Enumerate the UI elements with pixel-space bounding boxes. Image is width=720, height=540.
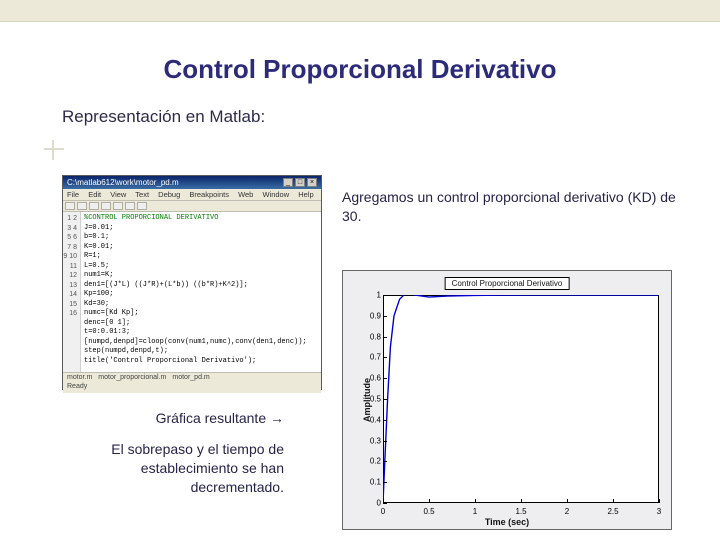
menu-item[interactable]: Text xyxy=(135,190,149,199)
y-tick: 0.4 xyxy=(363,415,381,424)
toolbar-icon[interactable] xyxy=(113,202,123,210)
tab[interactable]: motor_pd.m xyxy=(172,374,209,382)
y-tick: 0.7 xyxy=(363,353,381,362)
editor-menubar[interactable]: File Edit View Text Debug Breakpoints We… xyxy=(63,189,321,201)
minimize-icon[interactable]: _ xyxy=(283,178,293,187)
menu-item[interactable]: Help xyxy=(298,190,313,199)
x-axis-label: Time (sec) xyxy=(343,517,671,527)
x-tick: 2 xyxy=(565,507,569,516)
menu-item[interactable]: Breakpoints xyxy=(189,190,229,199)
menu-item[interactable]: Edit xyxy=(88,190,101,199)
tab[interactable]: motor.m xyxy=(67,374,92,382)
step-response-plot: Control Proporcional Derivativo Amplitud… xyxy=(342,270,672,530)
x-tick: 0.5 xyxy=(423,507,434,516)
toolbar-icon[interactable] xyxy=(89,202,99,210)
y-tick: 0 xyxy=(363,499,381,508)
x-tick: 3 xyxy=(657,507,661,516)
result-label: Gráfica resultante → xyxy=(100,410,284,426)
maximize-icon[interactable]: □ xyxy=(295,178,305,187)
y-tick: 0.1 xyxy=(363,478,381,487)
page-title: Control Proporcional Derivativo xyxy=(0,54,720,85)
x-tick: 1 xyxy=(473,507,477,516)
y-tick: 0.3 xyxy=(363,436,381,445)
y-tick: 0.5 xyxy=(363,395,381,404)
x-tick: 0 xyxy=(381,507,385,516)
menu-item[interactable]: View xyxy=(110,190,126,199)
editor-toolbar xyxy=(63,201,321,212)
slide-top-bar xyxy=(0,0,720,22)
y-tick: 0.9 xyxy=(363,311,381,320)
menu-item[interactable]: Debug xyxy=(158,190,180,199)
subheading: Representación en Matlab: xyxy=(62,107,720,127)
editor-path: C:\matlab612\work\motor_pd.m xyxy=(67,178,179,187)
result-text: El sobrepaso y el tiempo de establecimie… xyxy=(72,440,284,497)
menu-item[interactable]: File xyxy=(67,190,79,199)
x-tick: 2.5 xyxy=(607,507,618,516)
close-icon[interactable]: × xyxy=(307,178,317,187)
line-gutter: 1 2 3 4 5 6 7 8 9 10 11 12 13 14 15 16 xyxy=(63,212,81,372)
toolbar-icon[interactable] xyxy=(125,202,135,210)
menu-item[interactable]: Window xyxy=(262,190,289,199)
plot-area xyxy=(383,295,659,503)
toolbar-icon[interactable] xyxy=(77,202,87,210)
toolbar-icon[interactable] xyxy=(137,202,147,210)
code-area[interactable]: %CONTROL PROPORCIONAL DERIVATIVO J=0.01;… xyxy=(81,212,321,372)
description-text: Agregamos un control proporcional deriva… xyxy=(342,188,682,226)
y-tick: 0.8 xyxy=(363,332,381,341)
y-tick: 0.6 xyxy=(363,374,381,383)
matlab-editor-window: C:\matlab612\work\motor_pd.m _ □ × File … xyxy=(62,175,322,390)
x-tick: 1.5 xyxy=(515,507,526,516)
editor-titlebar: C:\matlab612\work\motor_pd.m _ □ × xyxy=(63,176,321,189)
editor-status: Ready xyxy=(63,383,321,393)
toolbar-icon[interactable] xyxy=(65,202,75,210)
crosshair-icon xyxy=(44,140,62,158)
y-tick: 1 xyxy=(363,291,381,300)
y-tick: 0.2 xyxy=(363,457,381,466)
tab[interactable]: motor_proporcional.m xyxy=(98,374,166,382)
editor-tabs: motor.m motor_proporcional.m motor_pd.m xyxy=(63,372,321,383)
toolbar-icon[interactable] xyxy=(101,202,111,210)
plot-title: Control Proporcional Derivativo xyxy=(445,277,570,290)
editor-body: 1 2 3 4 5 6 7 8 9 10 11 12 13 14 15 16 %… xyxy=(63,212,321,372)
menu-item[interactable]: Web xyxy=(238,190,253,199)
